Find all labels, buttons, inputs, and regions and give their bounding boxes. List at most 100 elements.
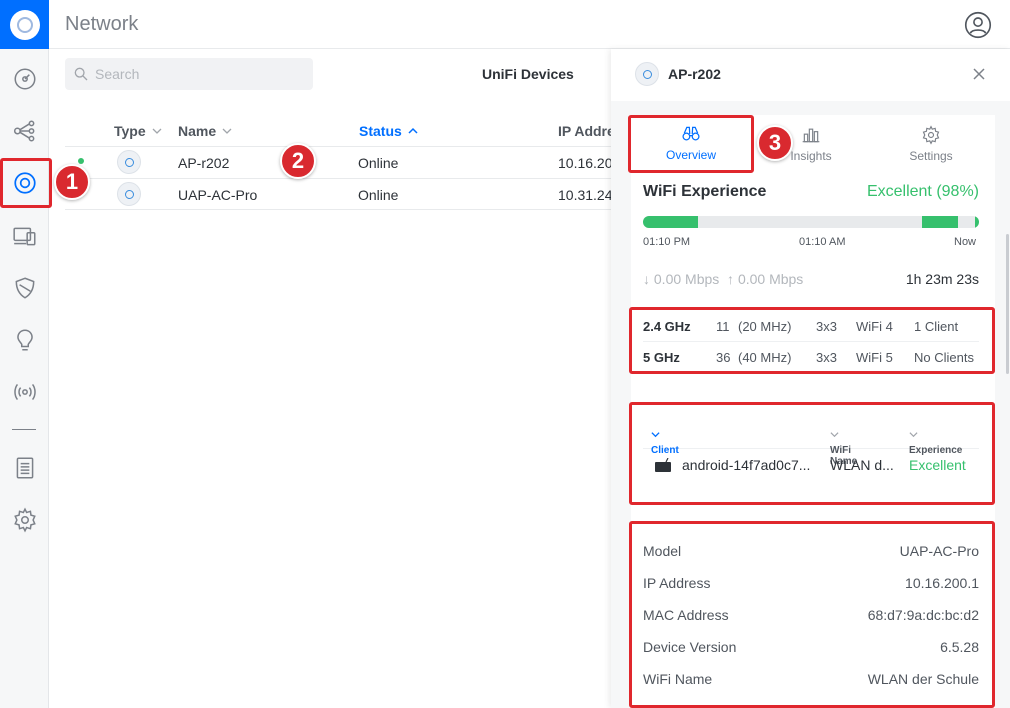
radio-width: (40 MHz)	[738, 350, 792, 365]
property-key: WiFi Name	[643, 671, 713, 687]
column-header-type[interactable]: Type	[114, 123, 162, 139]
property-value: 10.16.200.1	[905, 575, 979, 591]
search-icon	[74, 67, 88, 81]
property-row: IP Address 10.16.200.1	[643, 567, 979, 599]
settings-gear-icon[interactable]	[0, 500, 49, 540]
column-header-status-label: Status	[359, 123, 402, 139]
page-title: Network	[65, 13, 139, 35]
column-header-name[interactable]: Name	[178, 123, 232, 139]
topology-icon[interactable]	[0, 111, 49, 151]
sidebar-divider	[12, 429, 36, 430]
tab-settings[interactable]: Settings	[871, 115, 991, 173]
radio-channel: 11	[716, 319, 730, 334]
binoculars-icon	[682, 126, 700, 141]
property-row: Device Version 6.5.28	[643, 631, 979, 663]
access-point-icon	[117, 150, 141, 174]
tab-overview[interactable]: Overview	[631, 115, 751, 173]
throughput: ↓ 0.00 Mbps ↑ 0.00 Mbps	[643, 271, 803, 287]
radio-channel: 36	[716, 350, 731, 365]
tab-overview-label: Overview	[665, 148, 716, 162]
client-experience: Excellent	[909, 457, 966, 473]
radio-clients: 1 Client	[914, 319, 959, 334]
list-title: UniFi Devices	[482, 66, 574, 82]
wifi-experience-label: WiFi Experience	[643, 183, 767, 200]
radio-band: 2.4 GHz	[643, 319, 691, 334]
property-row: Model UAP-AC-Pro	[643, 535, 979, 567]
security-shield-icon[interactable]	[0, 268, 49, 308]
radio-row: 5 GHz 36 (40 MHz) 3x3 WiFi 5 No Clients	[643, 342, 979, 373]
property-key: Device Version	[643, 639, 737, 655]
annotation-badge-2: 2	[280, 143, 316, 179]
download-rate: 0.00 Mbps	[653, 271, 720, 287]
client-name: android-14f7ad0c7...	[682, 457, 811, 473]
clients-table-header: Client WiFi Name Experience	[643, 415, 979, 467]
property-value: UAP-AC-Pro	[899, 543, 979, 559]
arrow-up-icon: ↑	[723, 271, 735, 287]
device-ip: 10.31.24	[558, 187, 613, 203]
annotation-badge-3: 3	[757, 125, 793, 161]
logs-clipboard-icon[interactable]	[0, 448, 49, 488]
column-header-experience[interactable]: Experience	[909, 430, 962, 456]
timeline-mid-label: 01:10 AM	[799, 236, 846, 248]
device-name: UAP-AC-Pro	[178, 187, 258, 203]
device-name: AP-r202	[178, 155, 230, 171]
tab-insights-label: Insights	[790, 149, 832, 163]
chevron-down-icon	[830, 432, 839, 438]
wifi-experience-value: Excellent (98%)	[866, 183, 979, 200]
device-properties: Model UAP-AC-Pro IP Address 10.16.200.1 …	[643, 535, 979, 695]
insights-bulb-icon[interactable]	[0, 320, 49, 360]
close-icon[interactable]	[972, 67, 986, 81]
column-header-wifi-name[interactable]: WiFi Name	[830, 430, 857, 467]
panel-tabs: Overview Insights Settings	[631, 115, 995, 173]
uptime: 1h 23m 23s	[905, 271, 979, 287]
bar-chart-icon	[802, 128, 820, 143]
client-devices-icon[interactable]	[0, 216, 49, 256]
access-point-icon	[635, 62, 659, 86]
device-status: Online	[358, 187, 399, 203]
user-profile-icon[interactable]	[964, 11, 992, 39]
column-header-name-label: Name	[178, 123, 217, 139]
panel-scrollbar[interactable]	[1006, 234, 1009, 374]
property-value: WLAN der Schule	[867, 671, 979, 687]
chevron-down-icon	[152, 128, 162, 134]
dashboard-icon[interactable]	[0, 59, 49, 99]
property-row: WiFi Name WLAN der Schule	[643, 663, 979, 695]
client-wifi-name: WLAN d...	[830, 457, 894, 473]
panel-header: AP-r202	[611, 49, 1010, 101]
panel-body: Overview Insights Settings WiFi Experien…	[631, 115, 995, 708]
property-key: MAC Address	[643, 607, 729, 623]
device-row[interactable]: UAP-AC-Pro Online 10.31.24	[65, 178, 613, 210]
client-row[interactable]: android-14f7ad0c7... WLAN d... Excellent	[643, 449, 979, 479]
left-sidebar	[0, 0, 49, 708]
unifi-logo[interactable]	[0, 0, 49, 49]
chevron-down-icon	[909, 432, 918, 438]
radio-band: 5 GHz	[643, 350, 680, 365]
online-status-dot	[78, 158, 84, 164]
upload-rate: 0.00 Mbps	[737, 271, 804, 287]
column-header-client[interactable]: Client	[651, 430, 679, 456]
tab-settings-label: Settings	[909, 149, 953, 163]
device-row[interactable]: AP-r202 Online 10.16.200.1	[65, 146, 632, 178]
search-input[interactable]	[95, 66, 295, 82]
search-box[interactable]	[65, 58, 313, 90]
timeline-end-label: Now	[954, 236, 977, 248]
column-header-type-label: Type	[114, 123, 146, 139]
radio-mimo: 3x3	[816, 319, 837, 334]
client-device-icon	[655, 458, 671, 472]
chevron-up-icon	[408, 127, 418, 134]
radio-standard: WiFi 5	[856, 350, 893, 365]
radio-width: (20 MHz)	[738, 319, 792, 334]
arrow-down-icon: ↓	[643, 271, 650, 287]
chevron-down-icon	[222, 128, 232, 134]
clients-table: Client WiFi Name Experience android-14f7…	[643, 415, 979, 479]
radio-broadcast-icon[interactable]	[0, 372, 49, 412]
timeline-segment	[643, 216, 698, 228]
unifi-devices-icon[interactable]	[0, 163, 49, 203]
column-header-status[interactable]: Status	[359, 123, 418, 139]
radio-clients: No Clients	[914, 350, 974, 365]
annotation-badge-1: 1	[54, 164, 90, 200]
radio-mimo: 3x3	[816, 350, 837, 365]
panel-device-name: AP-r202	[668, 66, 721, 82]
property-key: IP Address	[643, 575, 711, 591]
wifi-experience-timeline[interactable]	[643, 216, 979, 228]
